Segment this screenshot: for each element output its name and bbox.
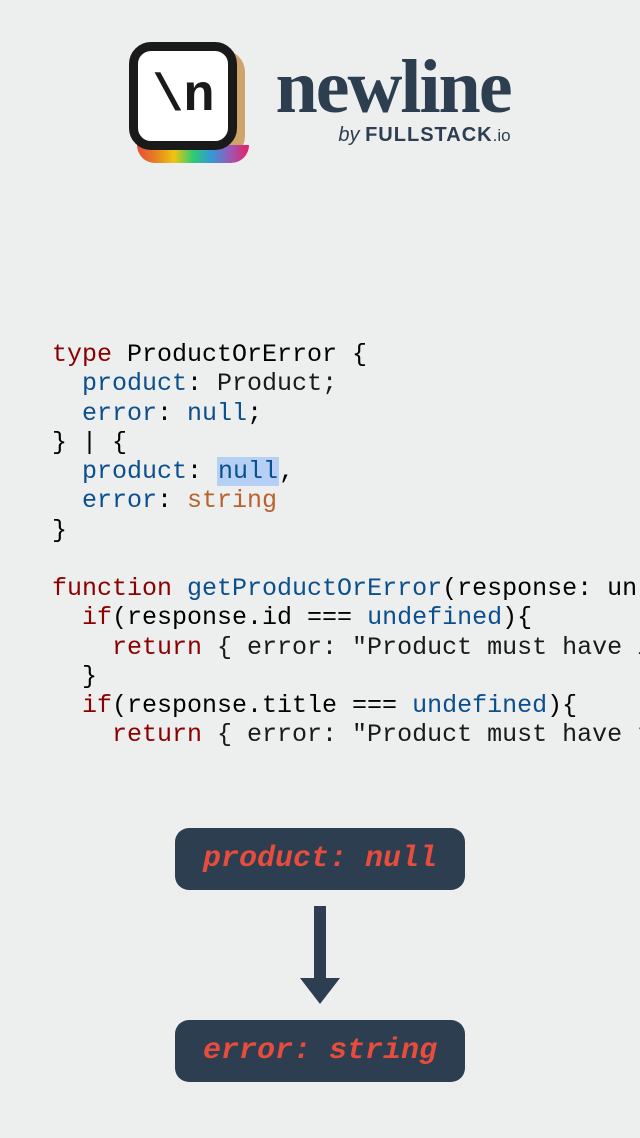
keyword-if: if xyxy=(52,603,112,632)
comma: , xyxy=(279,457,294,486)
logo-icon: \n xyxy=(129,42,247,160)
close-brace: } xyxy=(52,662,97,691)
keyword-function: function xyxy=(52,574,172,603)
logo-text: newline by FULLSTACK.io xyxy=(275,55,510,147)
newline-glyph: \n xyxy=(152,67,214,126)
type-name: ProductOrError { xyxy=(112,340,367,369)
prop-product: product xyxy=(52,457,187,486)
logo-section: \n newline by FULLSTACK.io xyxy=(0,0,640,160)
colon: : xyxy=(187,457,217,486)
byline-tld: .io xyxy=(493,126,511,145)
colon: : xyxy=(157,486,172,515)
keyword-type: type xyxy=(52,340,112,369)
prop-product: product xyxy=(52,369,187,398)
newline-logo-box: \n xyxy=(129,42,237,150)
type-product: Product; xyxy=(202,369,337,398)
selected-null: null xyxy=(217,457,279,486)
keyword-return: return xyxy=(52,633,202,662)
brace-union: } | { xyxy=(52,428,127,457)
return-body: { error: "Product must have ti xyxy=(202,720,640,749)
close-brace: } xyxy=(52,516,67,545)
pill-error-string: error: string xyxy=(175,1020,465,1082)
condition-end: ){ xyxy=(502,603,532,632)
colon: : xyxy=(187,369,202,398)
keyword-if: if xyxy=(52,691,112,720)
condition-end: ){ xyxy=(547,691,577,720)
condition: (response.title === xyxy=(112,691,412,720)
return-body: { error: "Product must have id xyxy=(202,633,640,662)
colon: : xyxy=(157,399,172,428)
brand-name: newline xyxy=(275,55,510,120)
byline-company: FULLSTACK xyxy=(365,124,493,146)
prop-error: error xyxy=(52,486,157,515)
condition: (response.id === xyxy=(112,603,367,632)
null-literal: null xyxy=(172,399,247,428)
code-block: type ProductOrError { product: Product; … xyxy=(0,340,640,750)
semicolon: ; xyxy=(247,399,262,428)
undefined-literal: undefined xyxy=(367,603,502,632)
diagram: product: null error: string xyxy=(0,828,640,1082)
undefined-literal: undefined xyxy=(412,691,547,720)
keyword-return: return xyxy=(52,720,202,749)
pill-product-null: product: null xyxy=(175,828,465,890)
params: (response: unkn xyxy=(442,574,640,603)
function-name: getProductOrError xyxy=(172,574,442,603)
string-type: string xyxy=(172,486,277,515)
arrow-down-icon xyxy=(300,906,340,1004)
brand-byline: by FULLSTACK.io xyxy=(338,124,510,147)
byline-prefix: by xyxy=(338,124,365,146)
prop-error: error xyxy=(52,399,157,428)
